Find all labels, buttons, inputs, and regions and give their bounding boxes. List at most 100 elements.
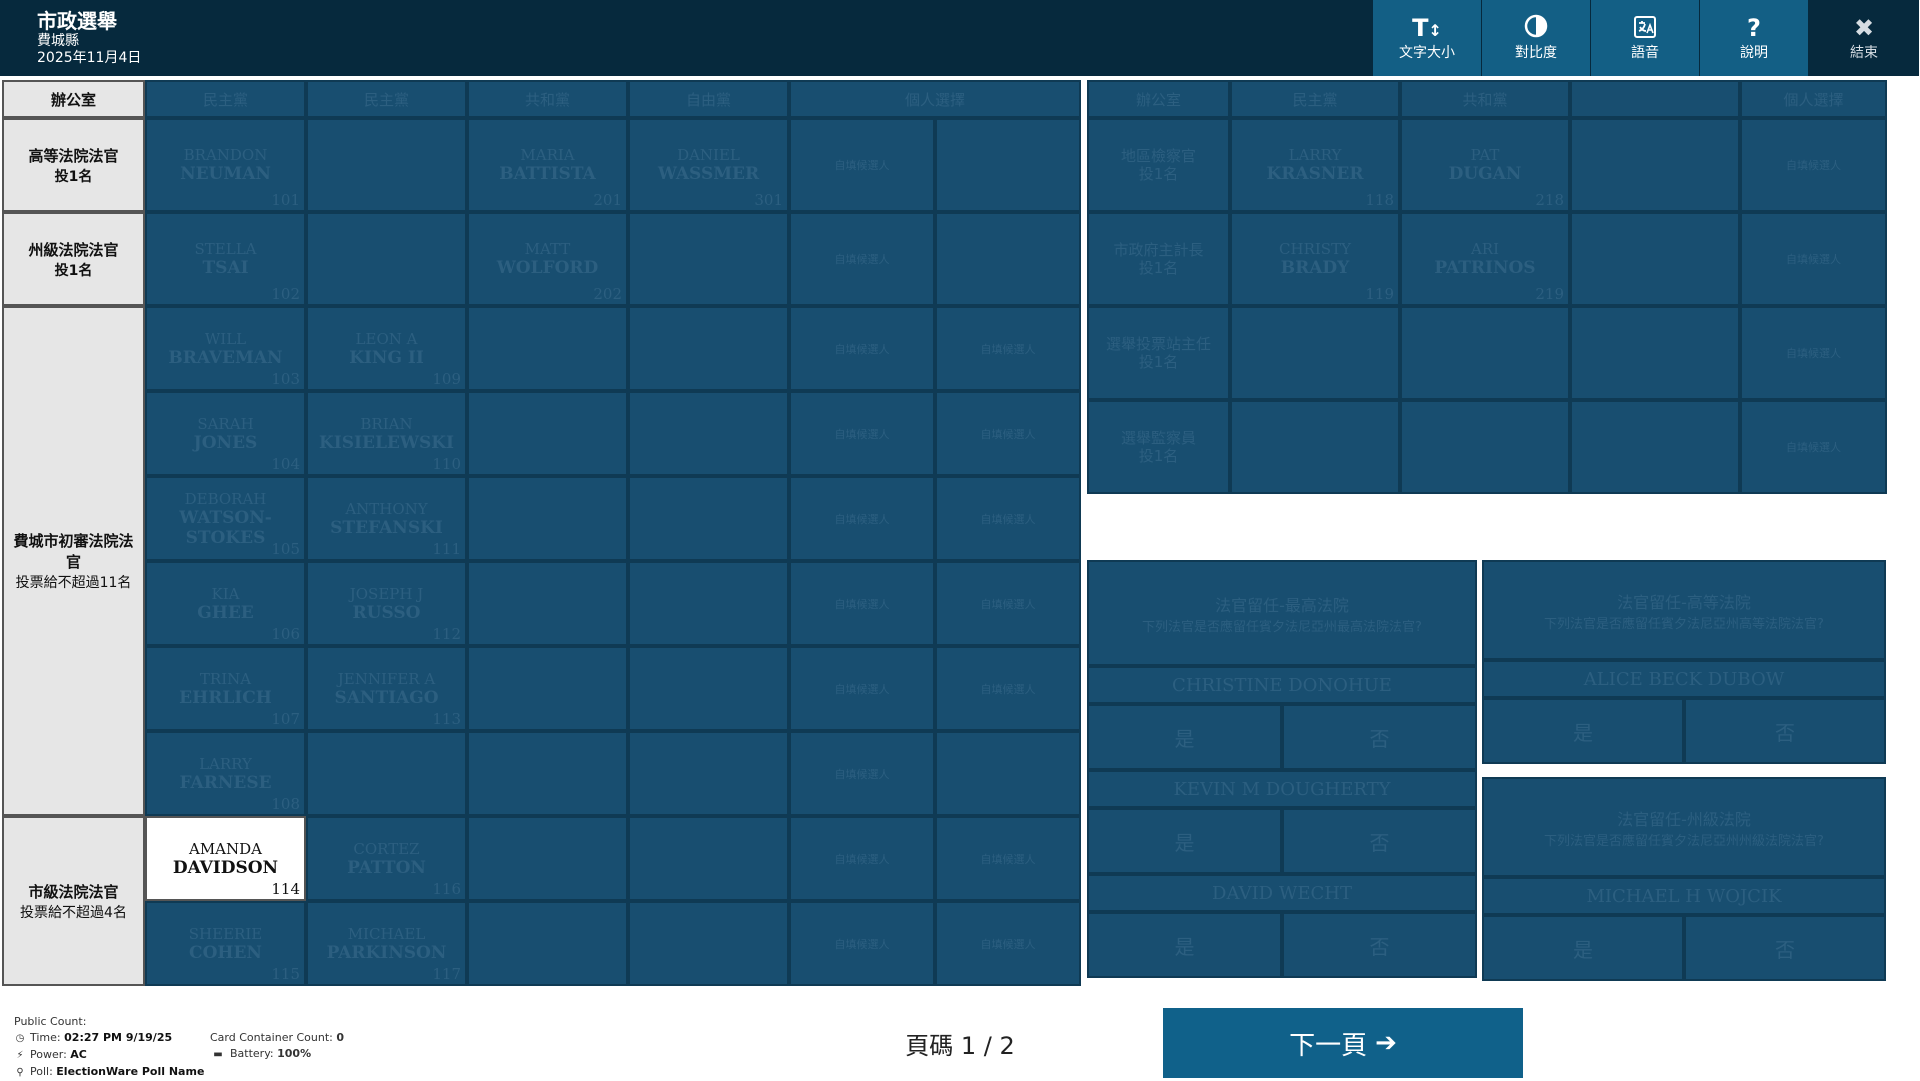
candidate-c109[interactable]: LEON A KING II 109: [306, 306, 467, 391]
write-in-cell[interactable]: 自填候選人: [1740, 212, 1887, 306]
audio-language-button[interactable]: 語音: [1591, 0, 1699, 76]
office-municipal-court: 市級法院法官 投票給不超過4名: [2, 816, 145, 986]
retention-yes-button[interactable]: 是: [1087, 912, 1282, 978]
candidate-last-name: BATTISTA: [499, 164, 596, 184]
write-in-cell[interactable]: 自填候選人: [789, 901, 935, 986]
power-value: AC: [70, 1048, 87, 1061]
location-pin-icon: ⚲: [16, 1067, 24, 1078]
write-in-cell[interactable]: 自填候選人: [935, 391, 1081, 476]
write-in-label: 自填候選人: [980, 342, 1036, 356]
candidate-number: 201: [593, 191, 622, 209]
next-page-label: 下一頁: [1289, 1030, 1368, 1061]
write-in-cell[interactable]: 自填候選人: [789, 391, 935, 476]
write-in-cell[interactable]: 自填候選人: [789, 212, 935, 306]
write-in-cell[interactable]: 自填候選人: [935, 476, 1081, 561]
write-in-cell[interactable]: 自填候選人: [1740, 400, 1887, 494]
write-in-label: 自填候選人: [834, 159, 890, 172]
candidate-c117[interactable]: MICHAEL PARKINSON 117: [306, 901, 467, 986]
candidate-c110[interactable]: BRIAN KISIELEWSKI 110: [306, 391, 467, 476]
candidate-number: 112: [432, 625, 461, 643]
candidate-c105[interactable]: DEBORAH WATSON-STOKES 105: [145, 476, 306, 561]
write-in-cell[interactable]: 自填候選人: [789, 118, 935, 212]
candidate-first-name: BRANDON: [183, 146, 268, 164]
candidate-c115[interactable]: SHEERIE COHEN 115: [145, 901, 306, 986]
retention-judge-name: CHRISTINE DONOHUE: [1087, 666, 1477, 704]
candidate-c108[interactable]: LARRY FARNESE 108: [145, 731, 306, 816]
exit-button[interactable]: ✖ 結束: [1809, 0, 1919, 76]
candidate-c219[interactable]: ARI PATRINOS 219: [1400, 212, 1570, 306]
write-in-cell[interactable]: 自填候選人: [789, 476, 935, 561]
candidate-c201[interactable]: MARIA BATTISTA 201: [467, 118, 628, 212]
candidate-number: 301: [754, 191, 783, 209]
candidate-number: 116: [432, 880, 461, 898]
write-in-cell[interactable]: 自填候選人: [935, 561, 1081, 646]
candidate-first-name: JENNIFER A: [337, 669, 436, 688]
candidate-c107[interactable]: TRINA EHRLICH 107: [145, 646, 306, 731]
text-size-button[interactable]: T↕ 文字大小: [1373, 0, 1481, 76]
write-in-cell[interactable]: 自填候選人: [935, 816, 1081, 901]
office-rule: 投1名: [54, 262, 93, 279]
contrast-button[interactable]: 對比度: [1482, 0, 1590, 76]
candidate-c114[interactable]: AMANDA DAVIDSON 114: [145, 816, 306, 901]
write-in-cell[interactable]: 自填候選人: [1740, 306, 1887, 400]
retention-title: 法官留任-州級法院: [1617, 809, 1751, 829]
candidate-first-name: TRINA: [199, 669, 252, 688]
candidate-c103[interactable]: WILL BRAVEMAN 103: [145, 306, 306, 391]
office-name: 高等法院法官: [28, 146, 119, 165]
retention-yes-button[interactable]: 是: [1087, 808, 1282, 874]
candidate-c106[interactable]: KIA GHEE 106: [145, 561, 306, 646]
candidate-first-name: ANTHONY: [345, 499, 428, 518]
retention-question: 下列法官是否應留任賓夕法尼亞州高等法院法官?: [1544, 616, 1824, 632]
write-in-cell[interactable]: 自填候選人: [935, 646, 1081, 731]
candidate-first-name: KIA: [211, 584, 240, 603]
write-in-label: 自填候選人: [980, 937, 1036, 951]
office-rule: 投1名: [1138, 353, 1179, 371]
retention-no-button[interactable]: 否: [1684, 915, 1886, 981]
candidate-c119[interactable]: CHRISTY BRADY 119: [1230, 212, 1400, 306]
retention-yes-button[interactable]: 是: [1482, 915, 1684, 981]
write-in-cell[interactable]: 自填候選人: [935, 901, 1081, 986]
write-in-cell[interactable]: 自填候選人: [789, 306, 935, 391]
empty-cell: [467, 476, 628, 561]
time-row: ◷ Time: 02:27 PM 9/19/25: [14, 1030, 204, 1047]
candidate-c218[interactable]: PAT DUGAN 218: [1400, 118, 1570, 212]
write-in-cell[interactable]: 自填候選人: [789, 816, 935, 901]
office-rule: 投1名: [1138, 259, 1179, 277]
candidate-c101[interactable]: BRANDON NEUMAN 101: [145, 118, 306, 212]
next-page-button[interactable]: 下一頁 ➔: [1163, 1008, 1523, 1078]
retention-no-button[interactable]: 否: [1684, 698, 1886, 764]
retention-yes-button[interactable]: 是: [1087, 704, 1282, 770]
candidate-c104[interactable]: SARAH JONES 104: [145, 391, 306, 476]
retention-yes-button[interactable]: 是: [1482, 698, 1684, 764]
office-inspector-of-election: 選舉監察員 投1名: [1087, 400, 1230, 494]
office-name: 費城市初審法院法官: [13, 532, 134, 571]
write-in-label: 自填候選人: [834, 682, 890, 696]
candidate-number: 219: [1535, 285, 1564, 303]
retention-no-button[interactable]: 否: [1282, 912, 1477, 978]
candidate-c301[interactable]: DANIEL WASSMER 301: [628, 118, 789, 212]
candidate-last-name: NEUMAN: [180, 164, 271, 184]
candidate-c112[interactable]: JOSEPH J RUSSO 112: [306, 561, 467, 646]
retention-no-button[interactable]: 否: [1282, 704, 1477, 770]
candidate-first-name: MICHAEL: [347, 924, 426, 943]
candidate-c113[interactable]: JENNIFER A SANTIAGO 113: [306, 646, 467, 731]
candidate-c202[interactable]: MATT WOLFORD 202: [467, 212, 628, 306]
county-name: 費城縣: [37, 33, 79, 49]
write-in-cell[interactable]: 自填候選人: [789, 646, 935, 731]
help-button[interactable]: ? 說明: [1700, 0, 1808, 76]
retention-no-button[interactable]: 否: [1282, 808, 1477, 874]
write-in-cell[interactable]: 自填候選人: [1740, 118, 1887, 212]
header-libertarian: 自由黨: [628, 80, 789, 118]
empty-cell: [628, 816, 789, 901]
candidate-c116[interactable]: CORTEZ PATTON 116: [306, 816, 467, 901]
candidate-c118[interactable]: LARRY KRASNER 118: [1230, 118, 1400, 212]
candidate-c111[interactable]: ANTHONY STEFANSKI 111: [306, 476, 467, 561]
write-in-cell[interactable]: 自填候選人: [935, 306, 1081, 391]
write-in-label: 自填候選人: [834, 852, 890, 866]
time-label: Time:: [30, 1031, 61, 1044]
header-write-in: 個人選擇: [789, 80, 1081, 118]
write-in-cell[interactable]: 自填候選人: [789, 561, 935, 646]
write-in-cell[interactable]: 自填候選人: [789, 731, 935, 816]
poll-row: ⚲ Poll: ElectionWare Poll Name: [14, 1064, 204, 1081]
candidate-c102[interactable]: STELLA TSAI 102: [145, 212, 306, 306]
